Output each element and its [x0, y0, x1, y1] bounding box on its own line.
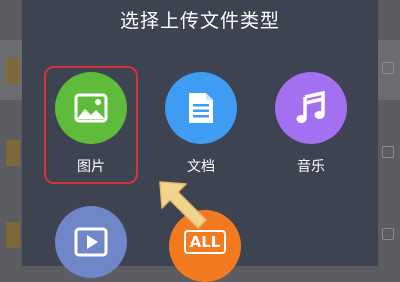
video-icon	[55, 206, 127, 278]
checkbox-icon	[382, 146, 394, 158]
option-video[interactable]	[46, 206, 136, 278]
folder-icon	[6, 222, 20, 248]
document-icon	[165, 72, 237, 144]
checkbox-icon	[382, 228, 394, 240]
folder-icon	[6, 58, 20, 84]
highlight-box	[44, 66, 138, 184]
checkbox-icon	[382, 62, 394, 74]
option-music-label: 音乐	[297, 159, 325, 175]
option-music[interactable]: 音乐	[266, 72, 356, 176]
dialog-title: 选择上传文件类型	[119, 10, 280, 32]
option-document[interactable]: 文档	[156, 72, 246, 176]
folder-icon	[6, 140, 20, 166]
pointer-arrow-icon	[159, 181, 207, 229]
option-document-label: 文档	[187, 159, 215, 175]
upload-type-dialog: 选择上传文件类型 图片 文档 音乐 ALL	[22, 0, 378, 282]
music-icon	[275, 72, 347, 144]
